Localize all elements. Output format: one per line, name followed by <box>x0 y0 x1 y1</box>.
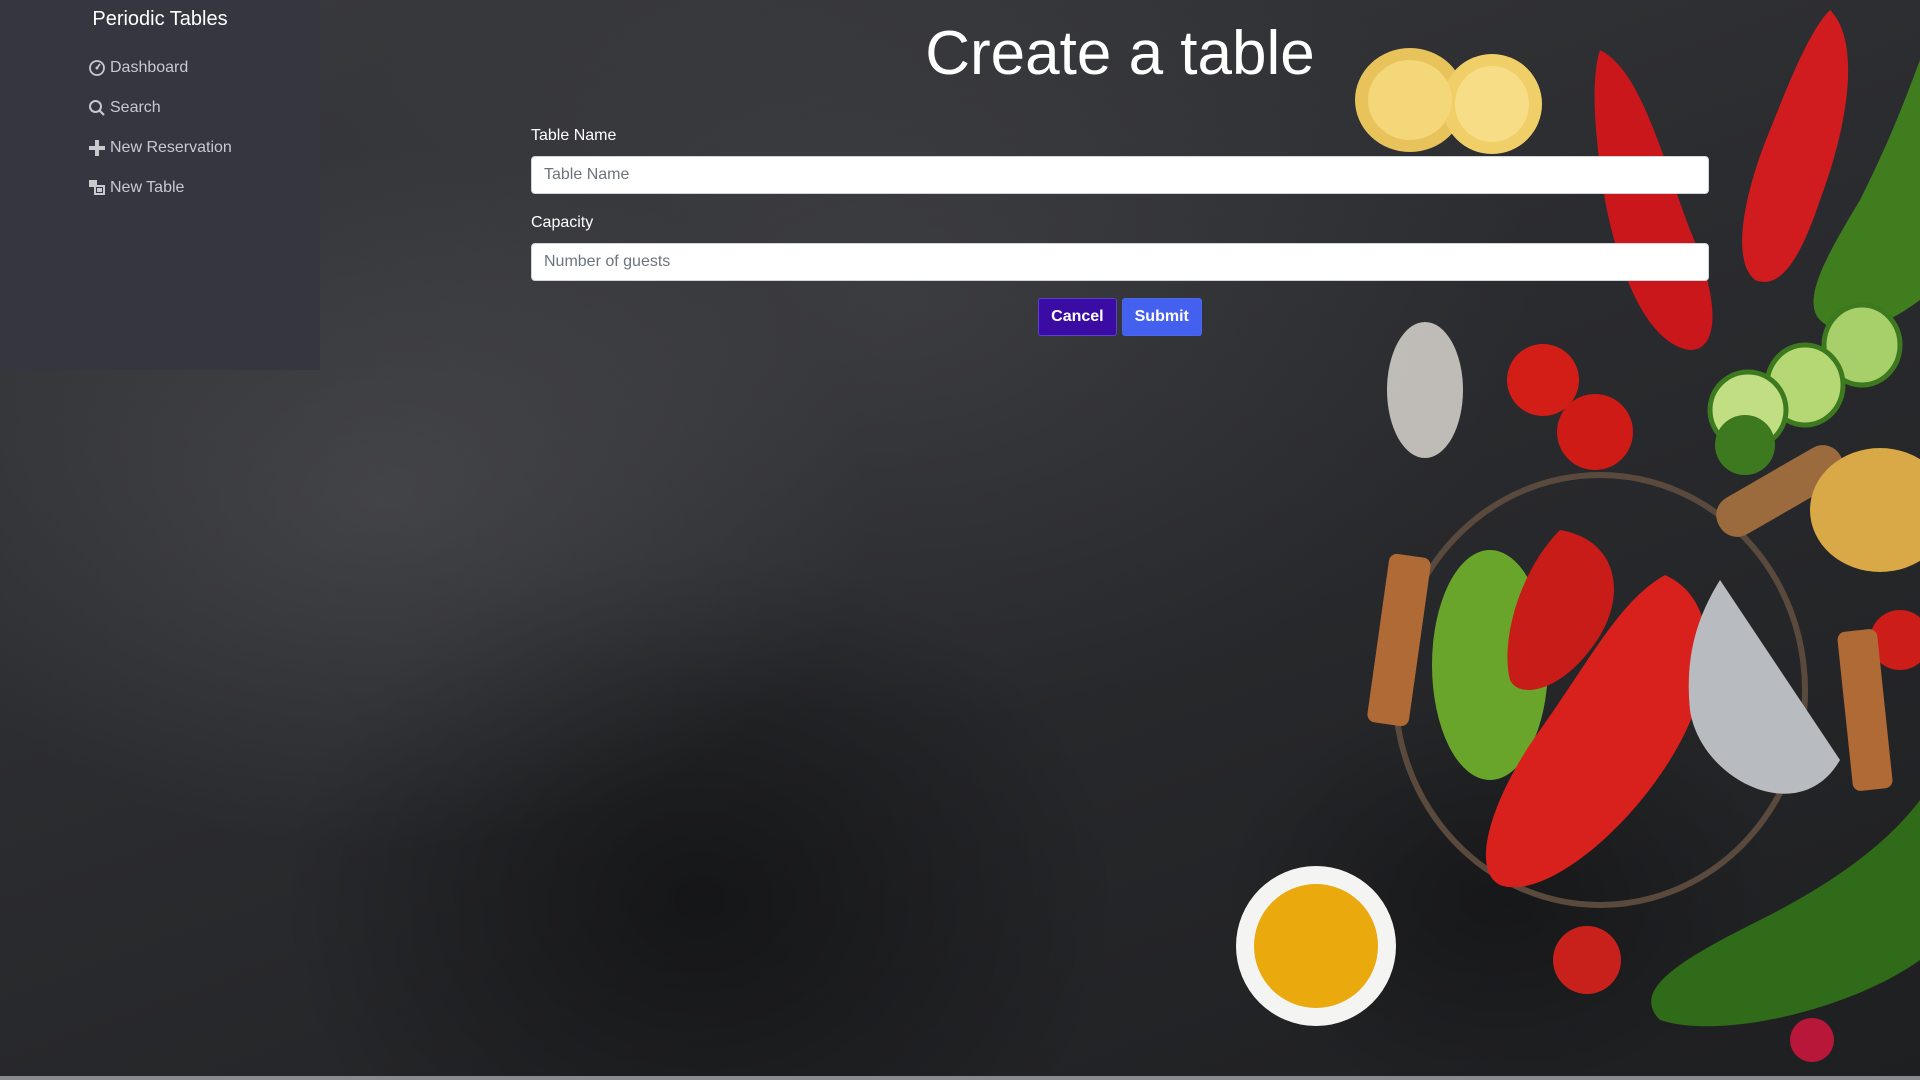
sidebar-item-label: New Reservation <box>110 139 232 156</box>
table-name-group: Table Name <box>531 124 1709 194</box>
capacity-group: Capacity <box>531 211 1709 281</box>
sidebar-nav: Dashboard Search New Reservation New Tab… <box>88 48 232 208</box>
dashboard-icon <box>88 59 108 77</box>
table-name-label: Table Name <box>531 127 617 144</box>
table-name-input[interactable] <box>531 156 1709 194</box>
sidebar-item-new-reservation[interactable]: New Reservation <box>88 128 232 168</box>
sidebar-item-label: New Table <box>110 179 185 196</box>
bottom-edge <box>0 1076 1920 1080</box>
sidebar-item-label: Search <box>110 99 161 116</box>
sidebar-item-dashboard[interactable]: Dashboard <box>88 48 232 88</box>
cancel-button[interactable]: Cancel <box>1038 298 1117 336</box>
sidebar-item-new-table[interactable]: New Table <box>88 168 232 208</box>
capacity-input[interactable] <box>531 243 1709 281</box>
form-actions: Cancel Submit <box>320 298 1920 336</box>
sidebar: Periodic Tables Dashboard Search New Res… <box>0 0 320 370</box>
new-table-icon <box>88 179 108 197</box>
sidebar-item-label: Dashboard <box>110 59 189 76</box>
main-content: Create a table Table Name Capacity Cance… <box>320 0 1920 1080</box>
sidebar-item-search[interactable]: Search <box>88 88 232 128</box>
create-table-form: Table Name Capacity <box>531 124 1709 298</box>
search-icon <box>88 99 108 117</box>
page-title: Create a table <box>925 19 1315 88</box>
submit-button[interactable]: Submit <box>1121 298 1202 336</box>
app-brand[interactable]: Periodic Tables <box>0 8 320 31</box>
capacity-label: Capacity <box>531 214 594 231</box>
plus-icon <box>88 139 108 157</box>
